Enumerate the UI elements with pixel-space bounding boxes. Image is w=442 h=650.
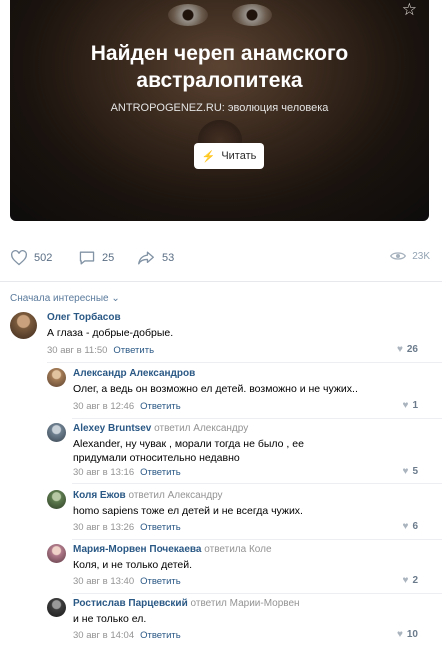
comment-like-button[interactable]: ♥ 5 [403, 466, 419, 477]
reply-link[interactable]: Ответить [140, 630, 181, 641]
divider [72, 483, 442, 484]
heart-icon: ♥ [396, 344, 403, 355]
comment-author: Ростислав Парцевский ответил Марии-Морве… [73, 598, 300, 609]
sort-label: Сначала интересные [10, 293, 109, 304]
share-button[interactable]: 53 [136, 250, 174, 266]
read-button[interactable]: ⚡ Читать [194, 143, 264, 169]
comment-text: homo sapiens тоже ел детей и не всегда ч… [73, 505, 303, 517]
chevron-down-icon: ⌄ [111, 293, 120, 304]
comment: Ростислав Парцевский ответил Марии-Морве… [47, 598, 432, 648]
like-count: 502 [34, 252, 53, 264]
heart-icon [11, 250, 27, 266]
divider [72, 593, 442, 594]
comment-time: 30 авг в 13:26 [73, 522, 135, 533]
comment-like-count: 5 [412, 466, 418, 477]
comment-text: и не только ел. [73, 613, 147, 625]
read-button-label: Читать [221, 150, 257, 162]
comment-author-name[interactable]: Ростислав Парцевский [73, 598, 188, 609]
heart-icon: ♥ [402, 575, 409, 586]
avatar[interactable] [10, 312, 37, 339]
heart-icon: ♥ [396, 629, 403, 640]
like-button[interactable]: 502 [10, 250, 52, 266]
post-actions: 502 25 53 23K [10, 250, 430, 270]
avatar[interactable] [47, 368, 66, 387]
avatar[interactable] [47, 598, 66, 617]
lightning-icon: ⚡ [201, 150, 216, 163]
article-card[interactable]: ☆ Найден череп анамского австралопитека … [10, 0, 429, 221]
reply-to[interactable]: ответил Марии-Морвен [191, 598, 300, 609]
comment-like-button[interactable]: ♥ 10 [397, 629, 418, 640]
comment-like-button[interactable]: ♥ 6 [403, 521, 419, 532]
comment-time: 30 авг в 14:04 [73, 630, 135, 641]
reply-link[interactable]: Ответить [140, 467, 181, 478]
comment-text: Олег, а ведь он возможно ел детей. возмо… [73, 383, 358, 395]
reply-link[interactable]: Ответить [140, 522, 181, 533]
comment-author-name[interactable]: Alexey Bruntsev [73, 423, 151, 434]
comment-author: Мария-Морвен Почекаева ответила Коле [73, 544, 272, 555]
sort-dropdown[interactable]: Сначала интересные ⌄ [10, 293, 120, 304]
bookmark-star-icon[interactable]: ☆ [402, 0, 417, 20]
comment-like-button[interactable]: ♥ 26 [397, 344, 418, 355]
divider [72, 539, 442, 540]
divider [47, 362, 442, 363]
comment-time: 30 авг в 13:40 [73, 576, 135, 587]
avatar[interactable] [47, 490, 66, 509]
divider [0, 281, 442, 282]
comment-time: 30 авг в 12:46 [73, 401, 135, 412]
comment-author: Коля Ежов ответил Александру [73, 490, 223, 501]
comment-text: Коля, и не только детей. [73, 559, 193, 571]
comment-meta: 30 авг в 13:26 Ответить [73, 522, 181, 533]
comment-like-count: 26 [406, 344, 418, 355]
comment-like-button[interactable]: ♥ 2 [403, 575, 419, 586]
comment-author-name[interactable]: Мария-Морвен Почекаева [73, 544, 202, 555]
comment-count: 25 [102, 252, 115, 264]
reply-to[interactable]: ответил Александру [154, 423, 248, 434]
comment-meta: 30 авг в 14:04 Ответить [73, 630, 181, 641]
comment-button[interactable]: 25 [78, 250, 114, 266]
comment-time: 30 авг в 11:50 [47, 345, 108, 356]
reply-to[interactable]: ответил Александру [128, 490, 222, 501]
comment-meta: 30 авг в 13:16 Ответить [73, 467, 181, 478]
comment-author: Alexey Bruntsev ответил Александру [73, 423, 248, 434]
heart-icon: ♥ [402, 521, 409, 532]
share-icon [138, 251, 154, 265]
comment-like-count: 2 [412, 575, 418, 586]
comment-like-count: 1 [412, 400, 418, 411]
comment-icon [79, 251, 95, 265]
views-counter: 23K [390, 250, 430, 262]
comment-meta: 30 авг в 13:40 Ответить [73, 576, 181, 587]
eye-icon [390, 252, 407, 260]
comment-author[interactable]: Олег Торбасов [47, 312, 121, 323]
comment: Александр Александров Олег, а ведь он во… [47, 368, 432, 418]
comment-time: 30 авг в 13:16 [73, 467, 135, 478]
comment: Олег Торбасов А глаза - добрые-добрые. 3… [10, 312, 432, 362]
article-source: ANTROPOGENEZ.RU: эволюция человека [110, 102, 329, 114]
divider [72, 418, 442, 419]
reply-link[interactable]: Ответить [140, 576, 181, 587]
comment: Alexey Bruntsev ответил Александру Alexa… [47, 423, 432, 483]
reply-link[interactable]: Ответить [140, 401, 181, 412]
comment-meta: 30 авг в 11:50 Ответить [47, 345, 154, 356]
comment-like-count: 6 [412, 521, 418, 532]
comment-author-name[interactable]: Коля Ежов [73, 490, 126, 501]
article-title: Найден череп анамского австралопитека [90, 42, 349, 92]
heart-icon: ♥ [402, 400, 409, 411]
comment-like-count: 10 [406, 629, 418, 640]
comment: Мария-Морвен Почекаева ответила Коле Кол… [47, 544, 432, 594]
avatar[interactable] [47, 423, 66, 442]
avatar[interactable] [47, 544, 66, 563]
comment-author[interactable]: Александр Александров [73, 368, 195, 379]
comment: Коля Ежов ответил Александру homo sapien… [47, 490, 432, 540]
comment-text: Alexander, ну чувак , морали тогда не бы… [73, 438, 304, 464]
reply-to[interactable]: ответила Коле [204, 544, 271, 555]
comment-like-button[interactable]: ♥ 1 [403, 400, 419, 411]
comment-text: А глаза - добрые-добрые. [47, 327, 174, 339]
heart-icon: ♥ [402, 466, 409, 477]
share-count: 53 [162, 252, 175, 264]
reply-link[interactable]: Ответить [113, 345, 154, 356]
views-count: 23K [412, 250, 430, 262]
comment-meta: 30 авг в 12:46 Ответить [73, 401, 181, 412]
